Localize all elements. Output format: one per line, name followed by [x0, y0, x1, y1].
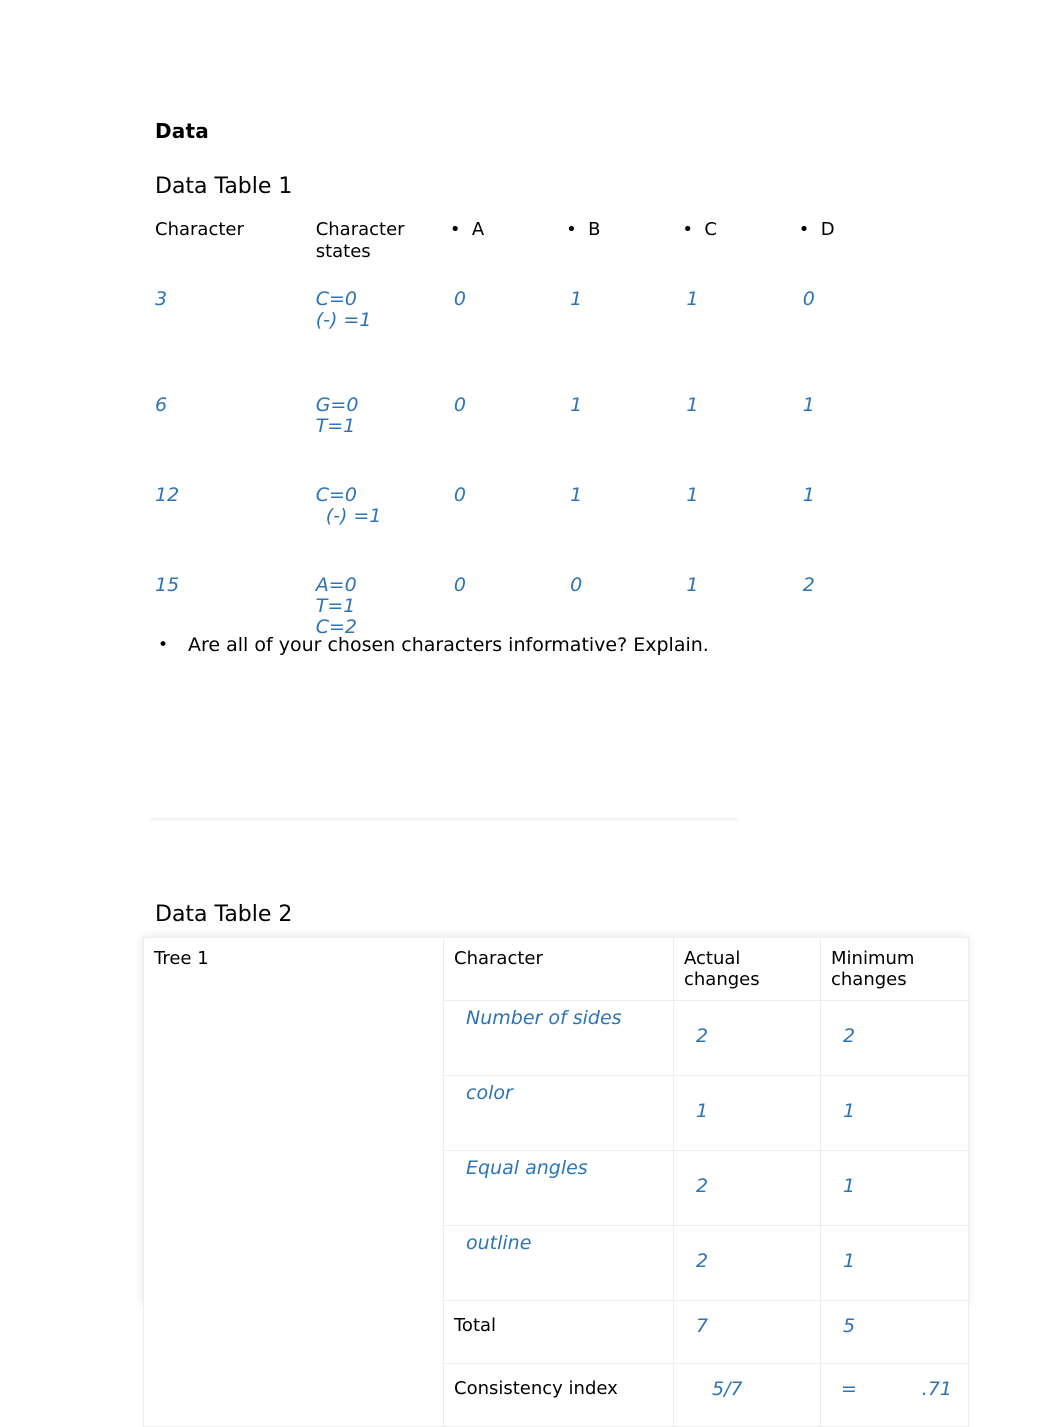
character-state-line: (-) =1: [315, 309, 372, 331]
table-row: 3 C=0 (-) =1 0 1 1 0: [155, 269, 915, 375]
header-taxon-d-label: D: [820, 219, 835, 240]
header-taxon-b: • B: [566, 219, 682, 269]
data-table-2-container: Tree 1 Character Actual changes Minimum chang…: [143, 937, 969, 1427]
cell-character: outline: [443, 1225, 674, 1301]
character-state-line: G=0: [315, 394, 359, 416]
cell-total-actual: 7: [673, 1300, 821, 1364]
cell-taxon-a-value: 0: [453, 394, 466, 416]
cell-character-states: C=0 (-) =1: [316, 269, 450, 375]
cell-taxon-c-value: 1: [686, 394, 699, 416]
header-actual-changes: Actual changes: [673, 937, 821, 1001]
character-state-line: T=1: [315, 595, 356, 617]
header-character: Character: [155, 219, 244, 240]
header-taxon-a-label: A: [471, 219, 485, 240]
table-row: 12 C=0 (-) =1 0 1 1 1: [155, 465, 915, 555]
header-minimum-changes: Minimum changes: [820, 937, 969, 1001]
cell-actual-changes: 2: [673, 1150, 821, 1226]
bullet-icon: •: [682, 219, 694, 240]
bullet-icon: •: [566, 219, 577, 240]
faint-divider: [150, 818, 738, 822]
cell-character: 12: [155, 484, 180, 506]
cell-taxon-c-value: 1: [686, 288, 699, 310]
table-row: 6 G=0 T=1 0 1 1 1: [155, 375, 915, 465]
cell-actual-changes: 1: [673, 1075, 821, 1151]
cell-minimum-changes: 1: [820, 1150, 969, 1226]
data-table-2-title: Data Table 2: [155, 902, 293, 927]
table-header-row: Tree 1 Character Actual changes Minimum chang…: [143, 937, 969, 1427]
header-minimum-changes-line1: Minimum: [831, 948, 915, 969]
question-list-item: • Are all of your chosen characters infor…: [158, 632, 938, 658]
page-title: Data: [155, 119, 209, 143]
cell-character: Number of sides: [443, 1000, 674, 1076]
cell-total-minimum: 5: [820, 1300, 969, 1364]
cell-taxon-a-value: 0: [453, 484, 466, 506]
cell-character-states: C=0 (-) =1: [316, 465, 450, 555]
cell-consistency-index-fraction: 5/7: [673, 1363, 821, 1427]
cell-taxon-d-value: 1: [802, 394, 815, 416]
header-character-states-line1: Character: [315, 219, 405, 240]
consistency-index-equals: =: [841, 1378, 857, 1400]
header-character: Character: [443, 937, 674, 1001]
question-text: Are all of your chosen characters inform…: [188, 634, 709, 656]
cell-consistency-index-value: = .71: [820, 1363, 969, 1427]
header-taxon-a: • A: [450, 219, 566, 269]
header-character-states-line2: states: [315, 241, 371, 262]
header-minimum-changes-line2: changes: [831, 969, 907, 990]
cell-character: color: [443, 1075, 674, 1151]
table-header-row: Character Character states • A • B • C • D: [155, 219, 915, 269]
data-table-1-body: 3 C=0 (-) =1 0 1 1 0 6 G=0 T=1 0 1 1 1 12 C=0 (-) =1 0 1 1 1…: [155, 269, 915, 665]
cell-taxon-c-value: 1: [686, 484, 699, 506]
cell-character: 3: [155, 288, 168, 310]
bullet-icon: •: [449, 219, 461, 240]
cell-taxon-b-value: 1: [570, 484, 583, 506]
cell-actual-changes: 2: [673, 1225, 821, 1301]
header-taxon-c-label: C: [704, 219, 717, 240]
data-table-2-body: Tree 1 Character Actual changes Minimum chang…: [143, 937, 969, 1427]
bullet-icon: •: [798, 219, 810, 240]
cell-minimum-changes: 1: [820, 1075, 969, 1151]
consistency-index-result: .71: [921, 1378, 952, 1400]
data-table-1: Character Character states • A • B • C • D 3C…: [155, 219, 915, 665]
cell-taxon-d-value: 1: [802, 484, 815, 506]
header-taxon-d: • D: [799, 219, 915, 269]
header-taxon-b-label: B: [588, 219, 601, 240]
cell-taxon-b-value: 1: [570, 288, 583, 310]
data-table-1-title: Data Table 1: [155, 174, 293, 199]
cell-character: 6: [155, 394, 168, 416]
cell-minimum-changes: 2: [820, 1000, 969, 1076]
cell-actual-changes: 2: [673, 1000, 821, 1076]
header-actual-changes-line1: Actual: [684, 948, 741, 969]
cell-character: Equal angles: [443, 1150, 674, 1226]
cell-total-label: Total: [443, 1300, 674, 1364]
header-taxon-c: • C: [682, 219, 798, 269]
cell-minimum-changes: 1: [820, 1225, 969, 1301]
header-character-states: Character states: [316, 219, 450, 269]
character-state-line: C=0: [315, 288, 357, 310]
document-page: Data Data Table 1 Character Character sta…: [0, 0, 1062, 1427]
cell-taxon-d-value: 0: [802, 288, 815, 310]
header-actual-changes-line2: changes: [684, 969, 760, 990]
character-state-line: A=0: [315, 574, 357, 596]
cell-tree-label: Tree 1: [143, 937, 444, 1427]
character-state-line: (-) =1: [325, 505, 382, 527]
character-state-line: T=1: [315, 415, 356, 437]
character-state-line: C=0: [315, 484, 357, 506]
cell-character-states: G=0 T=1: [316, 375, 450, 465]
cell-consistency-index-label: Consistency index: [443, 1363, 674, 1427]
cell-taxon-a-value: 0: [453, 288, 466, 310]
cell-taxon-b-value: 1: [570, 394, 583, 416]
bullet-icon: •: [158, 635, 169, 655]
data-table-2: Tree 1 Character Actual changes Minimum chang…: [143, 937, 969, 1427]
